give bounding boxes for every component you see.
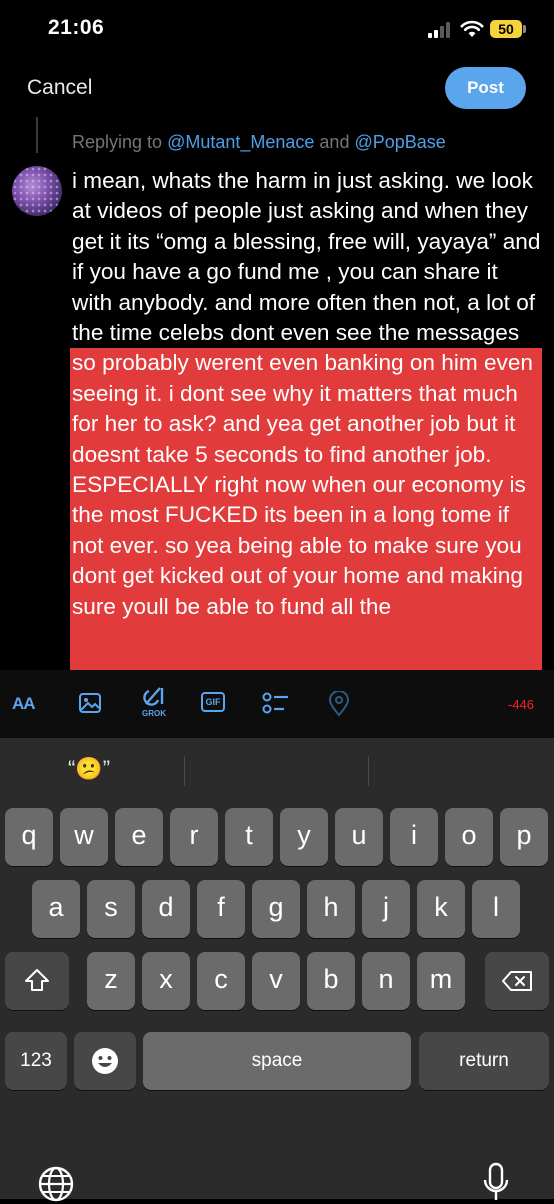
backspace-icon bbox=[502, 971, 532, 991]
cancel-button[interactable]: Cancel bbox=[27, 76, 92, 100]
tweet-text[interactable]: i mean, whats the harm in just asking. w… bbox=[72, 166, 542, 622]
key-t[interactable]: t bbox=[225, 808, 273, 866]
key-j[interactable]: j bbox=[362, 880, 410, 938]
key-g[interactable]: g bbox=[252, 880, 300, 938]
character-count: -446 bbox=[508, 697, 535, 712]
avatar bbox=[12, 166, 62, 216]
replying-to-label: Replying to @Mutant_Menace and @PopBase bbox=[72, 132, 446, 153]
grok-icon[interactable]: GROK bbox=[140, 686, 168, 718]
key-h[interactable]: h bbox=[307, 880, 355, 938]
key-l[interactable]: l bbox=[472, 880, 520, 938]
gif-icon[interactable]: GIF bbox=[201, 692, 225, 712]
poll-icon[interactable] bbox=[262, 692, 290, 716]
key-s[interactable]: s bbox=[87, 880, 135, 938]
emoji-suggestion[interactable]: “😕” bbox=[68, 756, 110, 782]
emoji-icon bbox=[92, 1048, 118, 1074]
backspace-key[interactable] bbox=[485, 952, 549, 1010]
mention-link-2[interactable]: @PopBase bbox=[354, 132, 445, 152]
space-key[interactable]: space bbox=[143, 1032, 411, 1090]
key-f[interactable]: f bbox=[197, 880, 245, 938]
key-y[interactable]: y bbox=[280, 808, 328, 866]
wifi-icon bbox=[460, 20, 484, 37]
shift-key[interactable] bbox=[5, 952, 69, 1010]
battery-tip bbox=[523, 25, 526, 33]
battery-icon: 50 bbox=[490, 20, 522, 38]
keyboard: “😕” q w e r t y u i o p a s d f g h j k … bbox=[0, 738, 554, 1202]
image-icon[interactable] bbox=[78, 692, 102, 714]
shift-icon bbox=[25, 969, 49, 991]
key-c[interactable]: c bbox=[197, 952, 245, 1010]
key-m[interactable]: m bbox=[417, 952, 465, 1010]
replying-joiner: and bbox=[314, 132, 355, 152]
mention-link-1[interactable]: @Mutant_Menace bbox=[167, 132, 314, 152]
globe-icon[interactable] bbox=[38, 1166, 74, 1202]
key-i[interactable]: i bbox=[390, 808, 438, 866]
key-p[interactable]: p bbox=[500, 808, 548, 866]
mic-icon[interactable] bbox=[482, 1162, 510, 1204]
emoji-key[interactable] bbox=[74, 1032, 136, 1090]
key-x[interactable]: x bbox=[142, 952, 190, 1010]
numbers-key[interactable]: 123 bbox=[5, 1032, 67, 1090]
key-d[interactable]: d bbox=[142, 880, 190, 938]
status-time: 21:06 bbox=[48, 16, 105, 39]
key-o[interactable]: o bbox=[445, 808, 493, 866]
suggestion-divider bbox=[184, 756, 185, 786]
key-r[interactable]: r bbox=[170, 808, 218, 866]
tweet-compose-area[interactable]: i mean, whats the harm in just asking. w… bbox=[72, 166, 542, 670]
key-z[interactable]: z bbox=[87, 952, 135, 1010]
text-format-icon[interactable]: AA bbox=[12, 694, 36, 714]
compose-toolbar: AA GROK GIF -446 bbox=[0, 670, 554, 738]
key-v[interactable]: v bbox=[252, 952, 300, 1010]
key-b[interactable]: b bbox=[307, 952, 355, 1010]
replying-prefix: Replying to bbox=[72, 132, 168, 152]
key-w[interactable]: w bbox=[60, 808, 108, 866]
return-key[interactable]: return bbox=[419, 1032, 549, 1090]
post-button[interactable]: Post bbox=[445, 67, 526, 109]
key-k[interactable]: k bbox=[417, 880, 465, 938]
grok-label: GROK bbox=[142, 709, 166, 718]
key-e[interactable]: e bbox=[115, 808, 163, 866]
key-q[interactable]: q bbox=[5, 808, 53, 866]
location-icon[interactable] bbox=[328, 691, 350, 717]
key-u[interactable]: u bbox=[335, 808, 383, 866]
thread-connector-line bbox=[36, 117, 38, 153]
suggestion-divider bbox=[368, 756, 369, 786]
key-a[interactable]: a bbox=[32, 880, 80, 938]
key-n[interactable]: n bbox=[362, 952, 410, 1010]
cellular-signal-icon bbox=[428, 22, 450, 38]
